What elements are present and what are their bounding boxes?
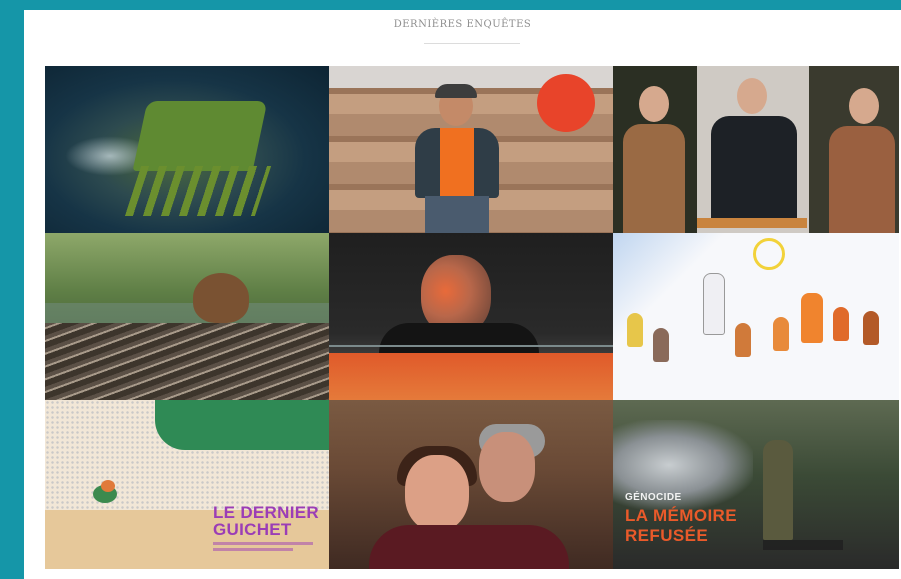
guichet-subtitle-line <box>213 542 313 545</box>
drawn-figure <box>653 328 669 362</box>
lumberjack-legs <box>425 196 489 233</box>
bench <box>697 218 807 228</box>
memoire-tag <box>763 540 843 550</box>
tile-machine-water[interactable] <box>45 66 329 233</box>
man-coat <box>379 323 539 353</box>
tile-beaver[interactable] <box>45 233 329 400</box>
drawn-figure <box>801 293 823 343</box>
soldier-figure <box>763 440 793 540</box>
tile-women-hugging[interactable] <box>329 400 613 569</box>
drawn-figure <box>773 317 789 351</box>
tile-three-portraits[interactable] <box>613 66 899 233</box>
portrait-face-middle <box>737 78 767 114</box>
machine-body <box>132 101 268 171</box>
guichet-caption-line1: LE DERNIER <box>213 503 319 522</box>
green-shape <box>155 400 329 450</box>
beaver-figure <box>193 273 249 323</box>
investigations-grid: LE DERNIER GUICHET GÉNOCIDE LA MÉMOIRE R… <box>45 66 899 569</box>
tile-la-memoire-refusee[interactable]: GÉNOCIDE LA MÉMOIRE REFUSÉE <box>613 400 899 569</box>
portrait-torso-middle <box>711 116 797 220</box>
lumberjack-hat <box>435 84 477 98</box>
drawn-sun <box>753 238 785 270</box>
machine-legs <box>124 166 272 216</box>
woman-face-right <box>479 432 535 502</box>
lumberjack-figure <box>407 84 507 233</box>
tile-lumberjack-logs[interactable] <box>329 66 613 233</box>
title-divider <box>424 43 520 44</box>
tile-le-dernier-guichet[interactable]: LE DERNIER GUICHET <box>45 400 329 569</box>
portrait-face-left <box>639 86 669 122</box>
dam-sticks <box>45 323 329 400</box>
red-badge <box>537 74 595 132</box>
drawn-figure <box>627 313 643 347</box>
drawn-figure <box>863 311 879 345</box>
portrait-face-right <box>849 88 879 124</box>
tile-man-dark[interactable] <box>329 233 613 400</box>
drawn-figure <box>735 323 751 357</box>
guichet-subtitle-line <box>213 548 293 551</box>
guichet-caption: LE DERNIER GUICHET <box>213 504 319 538</box>
drawn-figure <box>703 273 725 335</box>
page-container: DERNIÈRES ENQUÊTES LE DERNIER GUICHET GÉ… <box>24 10 901 579</box>
memoire-caption-line2: REFUSÉE <box>625 526 709 545</box>
tile-child-drawing[interactable] <box>613 233 899 400</box>
portrait-torso-right <box>829 126 895 233</box>
lumberjack-jacket <box>415 128 499 198</box>
guichet-caption-line2: GUICHET <box>213 520 292 539</box>
rail-line <box>329 345 613 347</box>
drawn-figure <box>833 307 849 341</box>
memoire-caption-line1: LA MÉMOIRE <box>625 506 737 525</box>
memoire-caption-top: GÉNOCIDE <box>625 492 682 503</box>
section-title: DERNIÈRES ENQUÊTES <box>393 19 532 30</box>
orange-blob <box>101 480 115 492</box>
woman-face-left <box>405 455 469 531</box>
women-coats <box>369 525 569 569</box>
portrait-torso-left <box>623 124 685 233</box>
